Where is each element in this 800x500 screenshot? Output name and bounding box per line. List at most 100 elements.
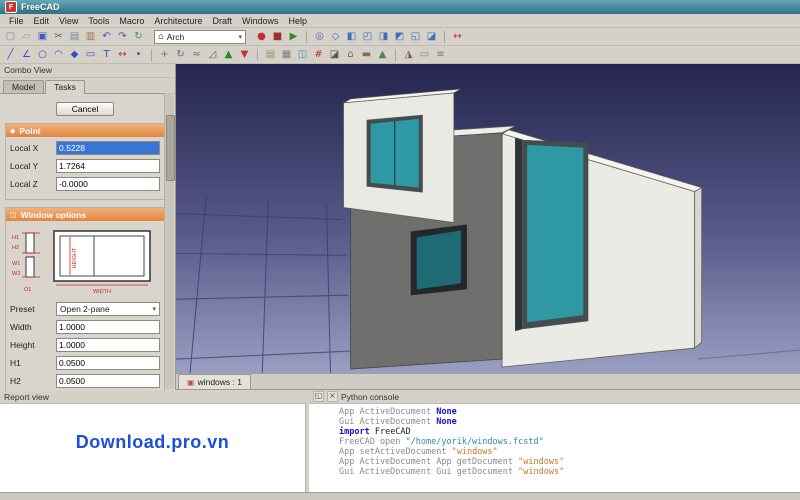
watermark: Download.pro.vn xyxy=(75,432,230,452)
menu-file[interactable]: File xyxy=(4,15,29,27)
arch-building-icon[interactable]: ⌂ xyxy=(343,47,358,62)
field-input-local-x[interactable] xyxy=(56,141,160,155)
edit-cut-icon[interactable]: ✂ xyxy=(51,29,66,44)
field-row-local-z: Local Z xyxy=(10,177,160,191)
preset-dropdown[interactable]: Open 2-pane ▾ xyxy=(56,302,160,316)
arch-window-icon[interactable]: ◫ xyxy=(295,47,310,62)
draft-polygon-icon[interactable]: ◆ xyxy=(67,47,82,62)
view-right-icon[interactable]: ◨ xyxy=(376,29,391,44)
3d-scene[interactable] xyxy=(176,64,800,373)
float-panel-icon[interactable]: ◱ xyxy=(313,391,324,402)
macro-run-icon[interactable]: ▶ xyxy=(286,29,301,44)
measure-distance-icon[interactable]: ↔ xyxy=(450,29,465,44)
draft-offset-icon[interactable]: ≈ xyxy=(189,47,204,62)
workbench-selector[interactable]: ⌂ Arch ▾ xyxy=(154,29,246,44)
arch-site-icon[interactable]: ▲ xyxy=(375,47,390,62)
draft-point-icon[interactable]: • xyxy=(131,47,146,62)
draft-rectangle-icon[interactable]: ▭ xyxy=(83,47,98,62)
scrollbar-thumb[interactable] xyxy=(166,115,175,181)
menu-draft[interactable]: Draft xyxy=(207,15,237,27)
wall-left[interactable] xyxy=(343,88,462,223)
arch-roof-icon[interactable]: ◮ xyxy=(401,47,416,62)
arch-wall-icon[interactable]: ▤ xyxy=(263,47,278,62)
draft-line-icon[interactable]: ╱ xyxy=(3,47,18,62)
field-input-local-z[interactable] xyxy=(56,177,160,191)
menu-architecture[interactable]: Architecture xyxy=(149,15,207,27)
field-input-h1[interactable] xyxy=(56,356,160,370)
combo-view-tabs: Model Tasks xyxy=(0,78,175,94)
draft-downgrade-icon[interactable]: ▼ xyxy=(237,47,252,62)
edit-paste-icon[interactable]: ▥ xyxy=(83,29,98,44)
edit-redo-icon[interactable]: ↷ xyxy=(115,29,130,44)
tab-tasks[interactable]: Tasks xyxy=(45,80,85,94)
document-new-icon[interactable]: ▢ xyxy=(3,29,18,44)
arch-axis-icon[interactable]: # xyxy=(311,47,326,62)
menu-help[interactable]: Help xyxy=(283,15,312,27)
draft-arc-icon[interactable]: ◠ xyxy=(51,47,66,62)
view-fit-all-icon[interactable]: ◎ xyxy=(312,29,327,44)
report-view-title: Report view xyxy=(4,391,49,402)
field-input-width[interactable] xyxy=(56,320,160,334)
arch-panel-icon[interactable]: ▭ xyxy=(417,47,432,62)
window-front-view xyxy=(53,230,151,282)
window-options-header[interactable]: ◫ Window options xyxy=(6,208,164,221)
draft-move-icon[interactable]: + xyxy=(157,47,172,62)
cancel-button[interactable]: Cancel xyxy=(56,102,114,116)
view-bottom-icon[interactable]: ◱ xyxy=(408,29,423,44)
combo-view-scrollbar[interactable] xyxy=(164,93,175,389)
macro-record-icon[interactable]: ● xyxy=(254,29,269,44)
close-panel-icon[interactable]: × xyxy=(327,391,338,402)
jamb-section-top xyxy=(25,232,35,254)
menu-view[interactable]: View xyxy=(54,15,83,27)
document-save-icon[interactable]: ▣ xyxy=(35,29,50,44)
draft-dimension-icon[interactable]: ↔ xyxy=(115,47,130,62)
toolbar-row1-left: ▢ ▱ ▣ ✂ ▤ ▥ ↶ ↷ ↻ xyxy=(3,29,146,44)
python-console-lines[interactable]: App ActiveDocument None Gui ActiveDocumen… xyxy=(309,404,800,492)
tab-model[interactable]: Model xyxy=(3,80,45,93)
draft-wire-icon[interactable]: ∠ xyxy=(19,47,34,62)
window-tall-glass[interactable] xyxy=(527,144,584,323)
document-open-icon[interactable]: ▱ xyxy=(19,29,34,44)
edit-copy-icon[interactable]: ▤ xyxy=(67,29,82,44)
combo-view-panel: Combo View Model Tasks Cancel ◆ Point Loc… xyxy=(0,64,176,391)
arch-stairs-icon[interactable]: ≡ xyxy=(433,47,448,62)
menubar: File Edit View Tools Macro Architecture Draft W… xyxy=(0,14,800,28)
draft-text-icon[interactable]: T xyxy=(99,47,114,62)
draft-rotate-icon[interactable]: ↻ xyxy=(173,47,188,62)
point-section: ◆ Point Local X Local Y Local Z xyxy=(5,123,165,200)
titlebar[interactable]: F FreeCAD xyxy=(0,0,800,14)
document-tab-windows[interactable]: ▣ windows : 1 xyxy=(178,374,251,389)
window-small-glass[interactable] xyxy=(416,230,461,290)
view-top-icon[interactable]: ◰ xyxy=(360,29,375,44)
field-input-h2[interactable] xyxy=(56,374,160,388)
draft-upgrade-icon[interactable]: ▲ xyxy=(221,47,236,62)
3d-viewport[interactable] xyxy=(176,64,800,373)
menu-tools[interactable]: Tools xyxy=(83,15,114,27)
arch-floor-icon[interactable]: ▬ xyxy=(359,47,374,62)
view-left-icon[interactable]: ◪ xyxy=(424,29,439,44)
view-axonometric-icon[interactable]: ◇ xyxy=(328,29,343,44)
field-label-width: Width xyxy=(10,322,32,332)
macro-stop-icon[interactable]: ■ xyxy=(270,29,285,44)
view-refresh-icon[interactable]: ↻ xyxy=(131,29,146,44)
point-section-header[interactable]: ◆ Point xyxy=(6,124,164,137)
python-console-panel: ◱ × Python console App ActiveDocument No… xyxy=(309,390,800,492)
view-rear-icon[interactable]: ◩ xyxy=(392,29,407,44)
arch-structure-icon[interactable]: ▦ xyxy=(279,47,294,62)
console-line: FreeCAD open "/home/yorik/windows.fcstd" xyxy=(339,437,544,447)
menu-edit[interactable]: Edit xyxy=(29,15,55,27)
toolbar-separator xyxy=(306,30,307,43)
menu-windows[interactable]: Windows xyxy=(237,15,284,27)
edit-undo-icon[interactable]: ↶ xyxy=(99,29,114,44)
draft-circle-icon[interactable]: ○ xyxy=(35,47,50,62)
window-icon: ◫ xyxy=(10,210,17,219)
diagram-label-w2: W2 xyxy=(12,271,20,277)
field-input-local-y[interactable] xyxy=(56,159,160,173)
report-view-content[interactable]: Download.pro.vn xyxy=(0,404,306,492)
view-front-icon[interactable]: ◧ xyxy=(344,29,359,44)
field-row-width: Width xyxy=(10,320,160,334)
draft-trimex-icon[interactable]: ◿ xyxy=(205,47,220,62)
field-input-height[interactable] xyxy=(56,338,160,352)
arch-section-plane-icon[interactable]: ◪ xyxy=(327,47,342,62)
menu-macro[interactable]: Macro xyxy=(114,15,149,27)
